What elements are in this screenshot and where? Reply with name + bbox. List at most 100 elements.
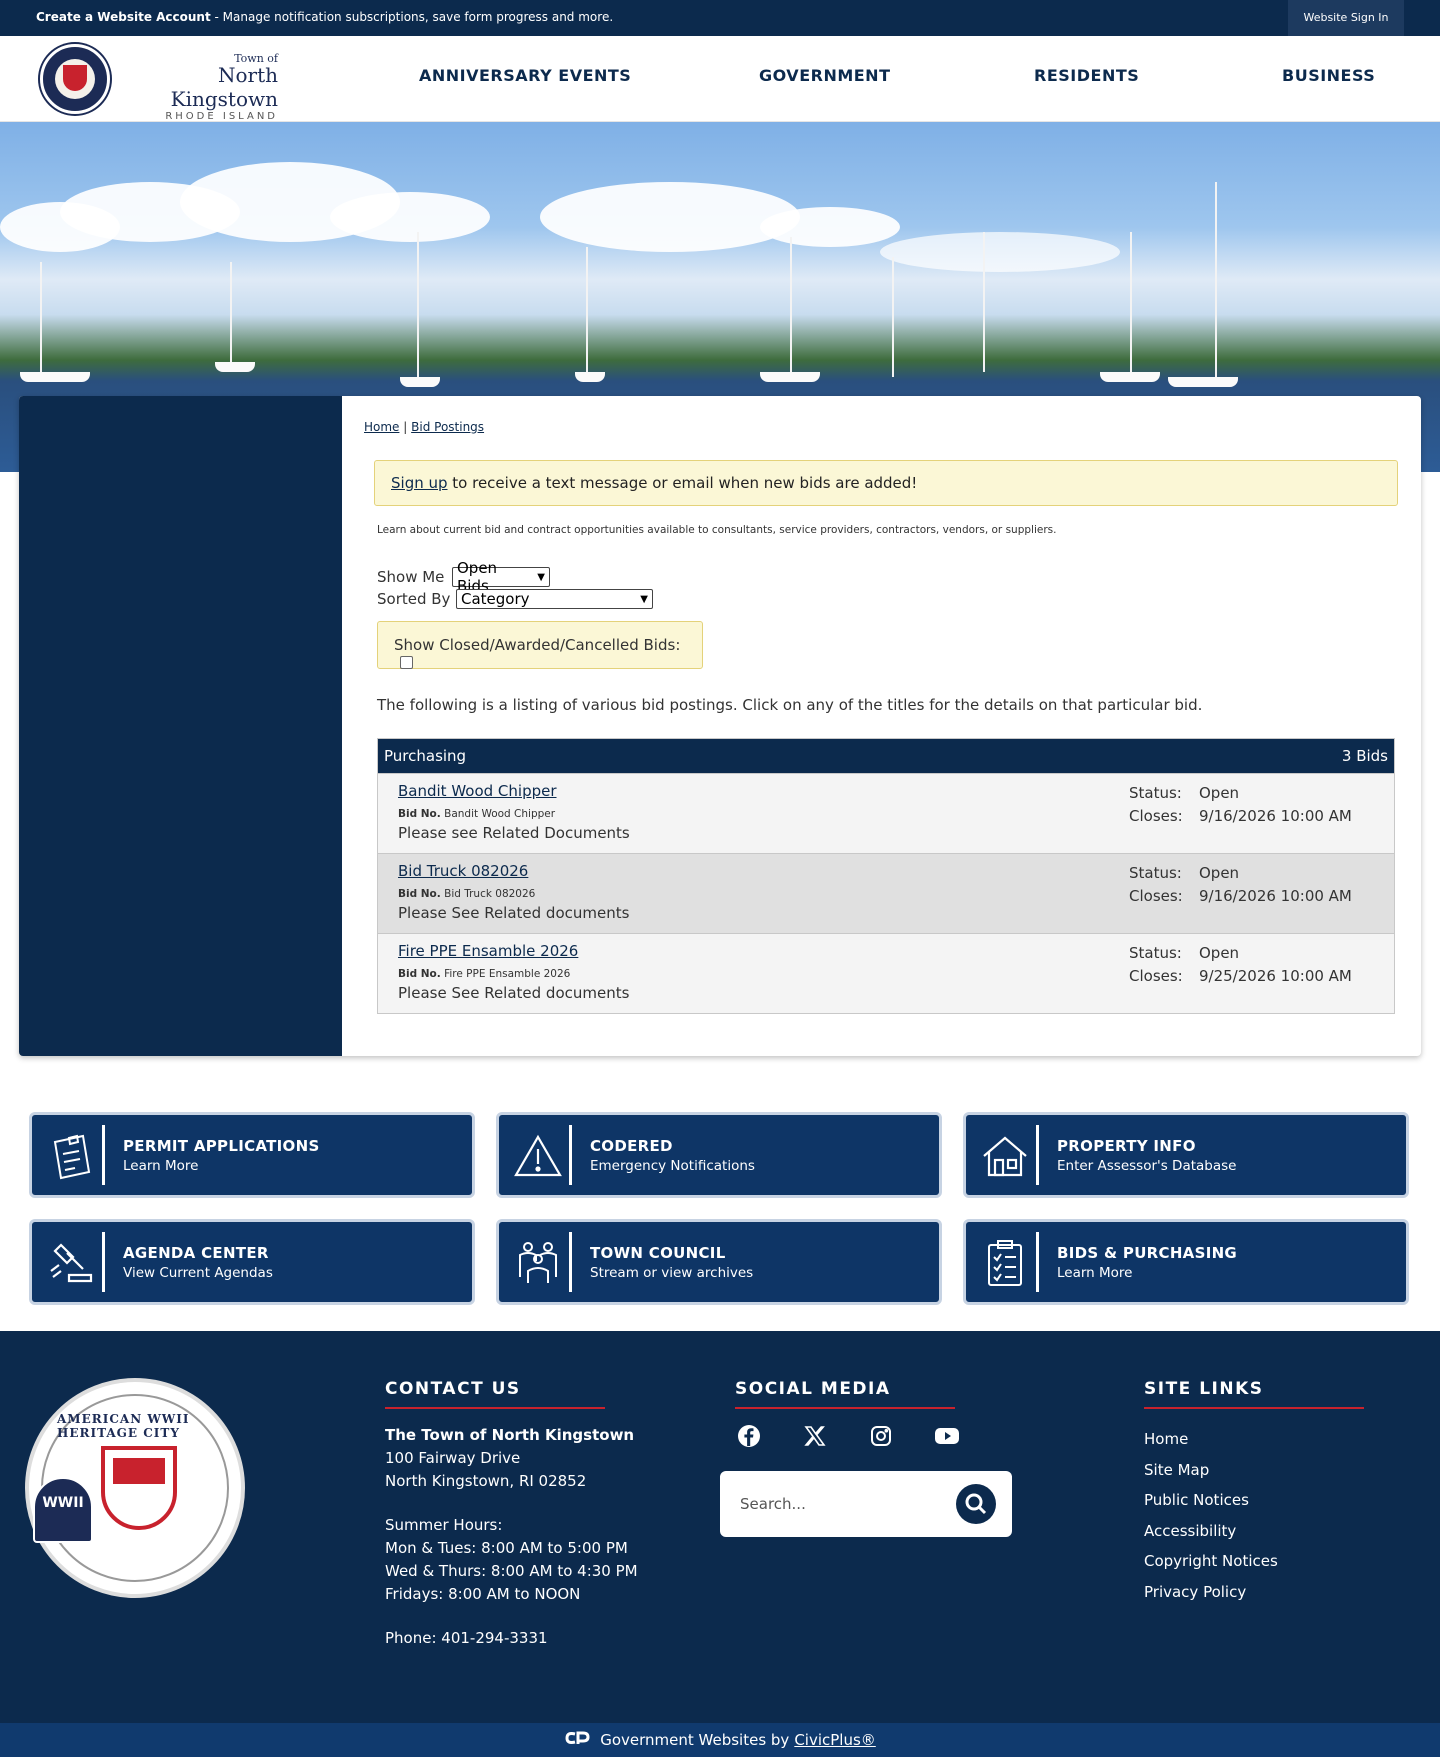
quick-link-permit-applications[interactable]: PERMIT APPLICATIONS Learn More [29,1112,475,1198]
civicplus-link[interactable]: CivicPlus® [794,1731,875,1749]
quick-link-subtitle: Learn More [1057,1265,1133,1281]
quick-link-title: BIDS & PURCHASING [1057,1244,1238,1262]
sorted-by-value: Category [461,590,530,608]
warning-triangle-icon [511,1129,565,1183]
social-heading-text: SOCIAL MEDIA [735,1379,891,1399]
closes-value: 9/16/2026 10:00 AM [1199,887,1352,905]
site-link-accessibility[interactable]: Accessibility [1144,1516,1278,1547]
bid-status-block: Status: Open Closes: 9/16/2026 10:00 AM [1129,782,1352,828]
top-utility-bar: Create a Website Account - Manage notifi… [0,0,1440,36]
bid-row: Fire PPE Ensamble 2026 Bid No. Fire PPE … [378,933,1394,1013]
divider [569,1125,572,1185]
site-links-list: Home Site Map Public Notices Accessibili… [1144,1424,1278,1607]
site-link-home[interactable]: Home [1144,1424,1278,1455]
show-closed-checkbox[interactable] [400,656,413,669]
bids-count: 3 Bids [1341,747,1388,765]
town-logo-text[interactable]: Town of North Kingstown RHODE ISLAND [128,52,278,122]
house-icon [978,1129,1032,1183]
contact-heading-text: CONTACT US [385,1379,521,1399]
chevron-down-icon: ▼ [537,571,545,583]
quick-link-bids-purchasing[interactable]: BIDS & PURCHASING Learn More [963,1219,1409,1305]
youtube-icon[interactable] [934,1423,960,1449]
status-value: Open [1199,944,1240,962]
social-heading: SOCIAL MEDIA [735,1379,955,1409]
quick-link-title: PROPERTY INFO [1057,1137,1196,1155]
nav-business[interactable]: BUSINESS [1282,66,1375,85]
site-footer: AMERICAN WWII HERITAGE CITY WWII CONTACT… [0,1331,1440,1723]
bid-postings-content: Home | Bid Postings Sign up to receive a… [342,396,1421,1056]
hours-line-2: Wed & Thurs: 8:00 AM to 4:30 PM [385,1562,638,1580]
intro-text: Learn about current bid and contract opp… [377,524,1057,536]
quick-link-agenda-center[interactable]: AGENDA CENTER View Current Agendas [29,1219,475,1305]
status-label: Status: [1129,944,1182,962]
nav-anniversary-events[interactable]: ANNIVERSARY EVENTS [419,66,631,85]
civicplus-logo-icon [564,1731,590,1749]
quick-link-subtitle: Emergency Notifications [590,1158,755,1174]
heading-rule [1144,1407,1364,1409]
facebook-icon[interactable] [736,1423,762,1449]
hours-line-1: Mon & Tues: 8:00 AM to 5:00 PM [385,1539,628,1557]
checklist-icon [978,1236,1032,1290]
closes-label: Closes: [1129,967,1183,985]
sign-in-button[interactable]: Website Sign In [1288,0,1404,36]
contact-info: The Town of North Kingstown 100 Fairway … [385,1424,638,1650]
civicplus-bar: Government Websites by CivicPlus® [0,1723,1440,1757]
quick-link-codered[interactable]: CODERED Emergency Notifications [496,1112,942,1198]
quick-link-title: CODERED [590,1137,673,1155]
search-icon [965,1493,987,1515]
bid-no-label: Bid No. [398,968,441,980]
site-link-privacy-policy[interactable]: Privacy Policy [1144,1577,1278,1608]
heading-rule [735,1407,955,1409]
status-label: Status: [1129,784,1182,802]
bids-table: Purchasing 3 Bids Bandit Wood Chipper Bi… [377,738,1395,1014]
address-line-2: North Kingstown, RI 02852 [385,1472,587,1490]
sorted-by-select[interactable]: Category ▼ [456,589,653,609]
town-seal-logo[interactable] [40,44,110,114]
divider [1036,1232,1039,1292]
quick-link-town-council[interactable]: TOWN COUNCIL Stream or view archives [496,1219,942,1305]
site-link-public-notices[interactable]: Public Notices [1144,1485,1278,1516]
account-message-text: - Manage notification subscriptions, sav… [210,10,614,24]
signup-link[interactable]: Sign up [391,474,448,492]
bid-no-label: Bid No. [398,888,441,900]
nav-residents[interactable]: RESIDENTS [1034,66,1139,85]
quick-link-subtitle: Enter Assessor's Database [1057,1158,1237,1174]
show-closed-box: Show Closed/Awarded/Cancelled Bids: [377,621,703,669]
instagram-icon[interactable] [868,1423,894,1449]
quick-link-property-info[interactable]: PROPERTY INFO Enter Assessor's Database [963,1112,1409,1198]
sitelinks-heading-text: SITE LINKS [1144,1379,1264,1399]
show-closed-label: Show Closed/Awarded/Cancelled Bids: [394,636,681,654]
site-link-site-map[interactable]: Site Map [1144,1455,1278,1486]
x-twitter-icon[interactable] [802,1423,828,1449]
show-me-label: Show Me [377,568,445,586]
bids-category-header: Purchasing 3 Bids [378,739,1394,773]
quick-link-subtitle: View Current Agendas [123,1265,273,1281]
nav-government[interactable]: GOVERNMENT [759,66,890,85]
bid-no-label: Bid No. [398,808,441,820]
bid-no-value: Bid Truck 082026 [444,888,536,900]
wwii-heritage-seal: AMERICAN WWII HERITAGE CITY WWII [25,1378,245,1598]
signup-alert: Sign up to receive a text message or ema… [374,460,1398,506]
logo-state: RHODE ISLAND [165,111,278,122]
site-link-copyright-notices[interactable]: Copyright Notices [1144,1546,1278,1577]
phone: Phone: 401-294-3331 [385,1629,548,1647]
bid-no-value: Bandit Wood Chipper [444,808,556,820]
heading-rule [385,1407,605,1409]
site-header: Town of North Kingstown RHODE ISLAND ANN… [0,36,1440,122]
show-me-select[interactable]: Open Bids ▼ [452,559,550,595]
breadcrumb-home[interactable]: Home [364,420,399,434]
address-line-1: 100 Fairway Drive [385,1449,521,1467]
bid-no-value: Fire PPE Ensamble 2026 [444,968,571,980]
search-input[interactable]: Search... [740,1495,806,1513]
wwii-badge: WWII [33,1477,93,1543]
breadcrumb-bid-postings[interactable]: Bid Postings [411,420,484,434]
divider [102,1232,105,1292]
hours-label: Summer Hours: [385,1516,503,1534]
create-account-link[interactable]: Create a Website Account [36,10,211,24]
bid-row: Bid Truck 082026 Bid No. Bid Truck 08202… [378,853,1394,933]
social-icons [736,1423,960,1449]
search-button[interactable] [956,1484,996,1524]
signup-alert-text: to receive a text message or email when … [447,474,918,492]
closes-value: 9/16/2026 10:00 AM [1199,807,1352,825]
left-sidebar [19,396,342,1056]
